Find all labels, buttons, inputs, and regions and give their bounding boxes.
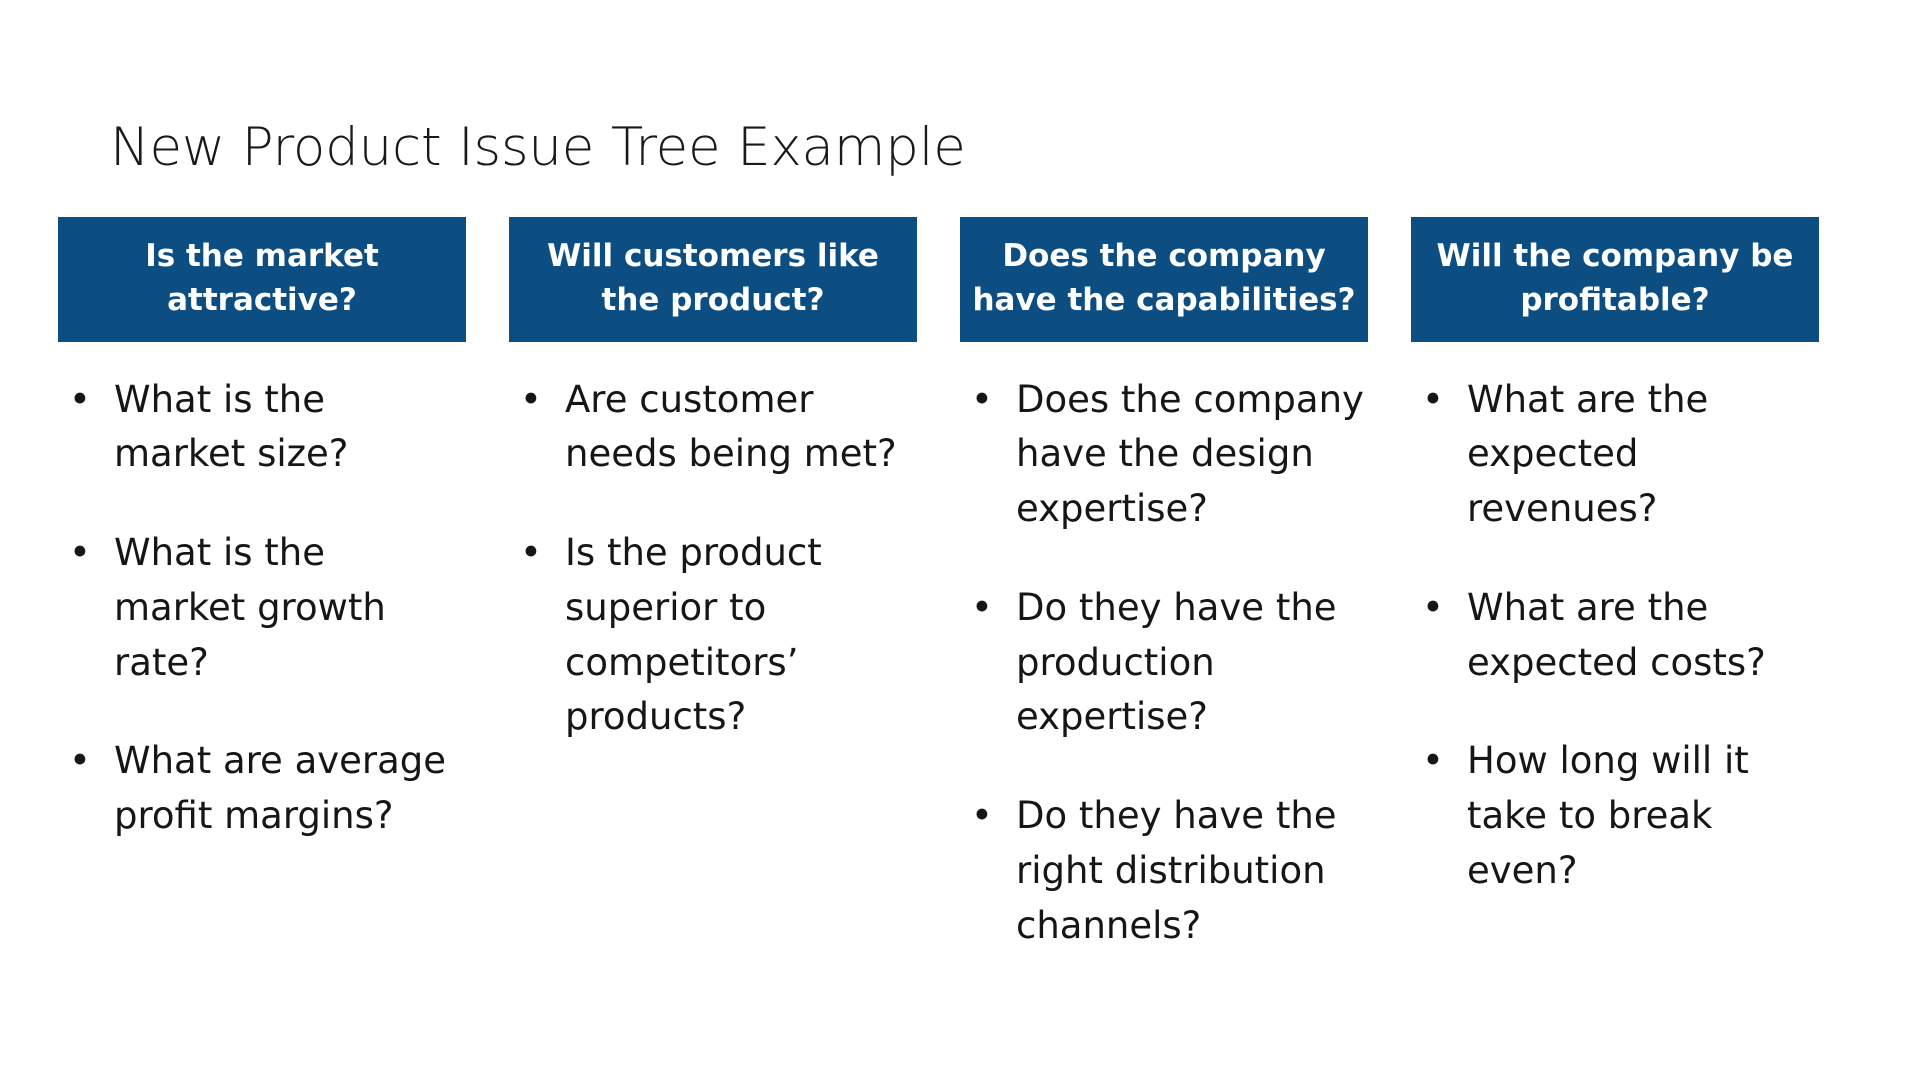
bullet-dot-icon: • — [1422, 377, 1444, 421]
bullet-dot-icon: • — [520, 531, 542, 575]
list-item-label: What are average profit margins? — [114, 739, 447, 838]
bullet-dot-icon: • — [69, 739, 91, 783]
bullet-dot-icon: • — [971, 585, 993, 629]
list-item-label: Is the product superior to competitors’ … — [565, 531, 822, 739]
list-item: • Do they have the right distribution ch… — [960, 789, 1368, 953]
list-item-label: What are the expected revenues? — [1467, 377, 1709, 531]
list-item: • Is the product superior to competitors… — [509, 526, 917, 745]
column-bullet-list: • Does the company have the design exper… — [960, 373, 1368, 954]
list-item: • What are average profit margins? — [58, 734, 466, 844]
list-item: • What is the market size? — [58, 373, 466, 483]
bullet-dot-icon: • — [69, 531, 91, 575]
list-item-label: How long will it take to break even? — [1467, 739, 1749, 892]
list-item-label: Are customer needs being met? — [565, 377, 897, 476]
list-item-label: What is the market growth rate? — [114, 531, 386, 684]
column-bullet-list: • Are customer needs being met? • Is the… — [509, 373, 917, 746]
column-bullet-list: • What are the expected revenues? • What… — [1411, 373, 1819, 899]
bullet-dot-icon: • — [971, 377, 993, 421]
column-header-banner: Is the market attractive? — [58, 217, 466, 342]
list-item: • What is the market growth rate? — [58, 526, 466, 690]
bullet-dot-icon: • — [1422, 739, 1444, 783]
issue-tree-column: Will the company be profitable? • What a… — [1411, 217, 1819, 899]
list-item: • Do they have the production expertise? — [960, 581, 1368, 745]
bullet-dot-icon: • — [520, 377, 542, 421]
column-bullet-list: • What is the market size? • What is the… — [58, 373, 466, 844]
issue-tree-column: Does the company have the capabilities? … — [960, 217, 1368, 953]
column-header-label: Will customers like the product? — [547, 238, 879, 319]
column-header-banner: Will customers like the product? — [509, 217, 917, 342]
issue-tree-columns: Is the market attractive? • What is the … — [58, 217, 1866, 953]
list-item: • What are the expected costs? — [1411, 581, 1819, 691]
column-header-label: Is the market attractive? — [145, 238, 379, 319]
slide-canvas: New Product Issue Tree Example Is the ma… — [0, 0, 1920, 1080]
list-item: • How long will it take to break even? — [1411, 734, 1819, 898]
issue-tree-column: Will customers like the product? • Are c… — [509, 217, 917, 745]
column-header-banner: Will the company be profitable? — [1411, 217, 1819, 342]
list-item: • What are the expected revenues? — [1411, 373, 1819, 537]
column-header-label: Will the company be profitable? — [1436, 238, 1794, 319]
issue-tree-column: Is the market attractive? • What is the … — [58, 217, 466, 844]
page-title: New Product Issue Tree Example — [110, 116, 966, 178]
list-item-label: Do they have the production expertise? — [1016, 585, 1337, 739]
bullet-dot-icon: • — [971, 794, 993, 838]
list-item-label: Does the company have the design experti… — [1016, 377, 1364, 531]
column-header-label: Does the company have the capabilities? — [972, 238, 1356, 319]
list-item-label: What are the expected costs? — [1467, 585, 1766, 684]
list-item-label: What is the market size? — [114, 377, 349, 476]
list-item-label: Do they have the right distribution chan… — [1016, 794, 1337, 947]
list-item: • Does the company have the design exper… — [960, 373, 1368, 537]
bullet-dot-icon: • — [1422, 585, 1444, 629]
bullet-dot-icon: • — [69, 377, 91, 421]
list-item: • Are customer needs being met? — [509, 373, 917, 483]
column-header-banner: Does the company have the capabilities? — [960, 217, 1368, 342]
